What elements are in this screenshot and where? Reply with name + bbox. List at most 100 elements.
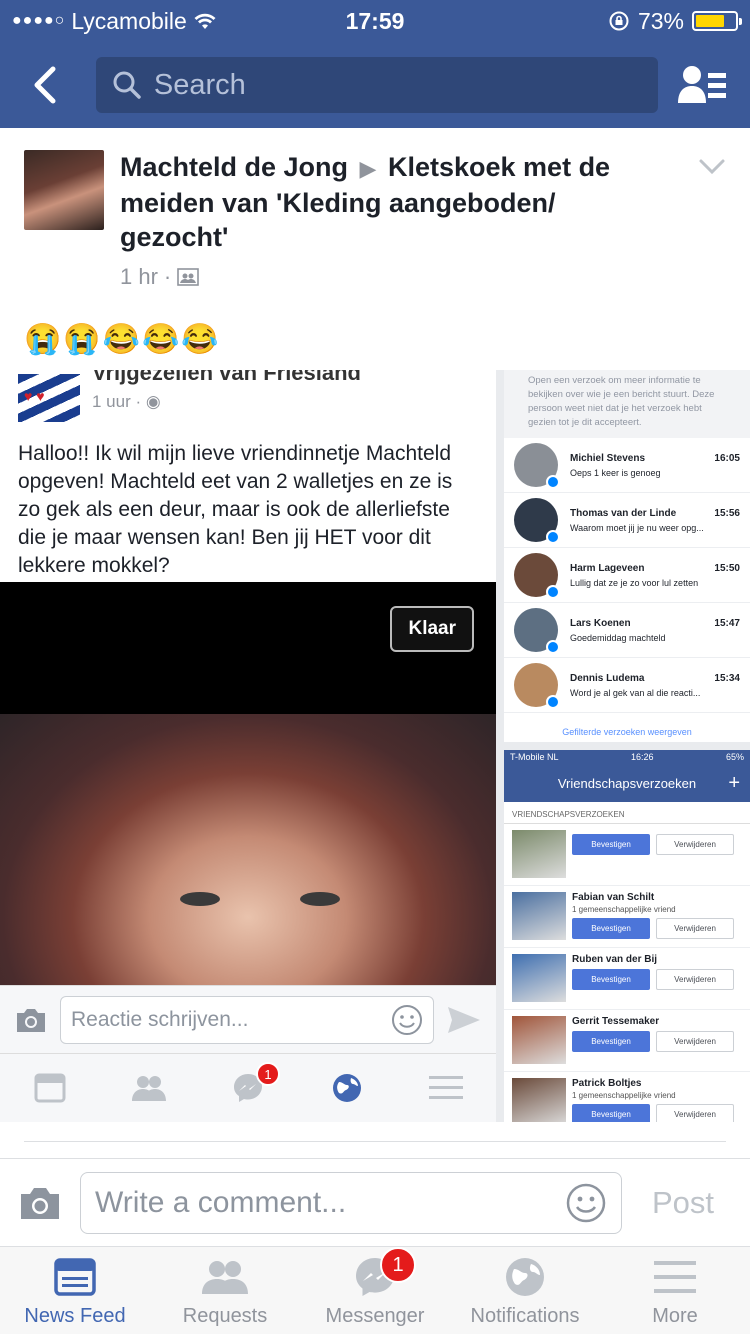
messenger-badge-icon <box>546 530 560 544</box>
post-button[interactable]: Post <box>652 1185 714 1221</box>
status-right: 73% <box>608 8 742 35</box>
filtered-requests-link: Gefilterde verzoeken weergeven <box>562 727 692 737</box>
messenger-badge-icon <box>546 585 560 599</box>
smiley-icon[interactable] <box>565 1182 607 1224</box>
message-preview: Oeps 1 keer is genoeg <box>570 467 661 478</box>
friend-name: Gerrit Tessemaker <box>572 1016 660 1027</box>
post-header-text: Machteld de Jong ▶ Kletskoek met de meid… <box>120 150 726 290</box>
embedded-more-icon <box>426 1068 466 1108</box>
friend-request-info: Bevestigen Verwijderen <box>572 830 742 855</box>
author-name[interactable]: Machteld de Jong <box>120 152 348 182</box>
friend-request-row: Patrick Boltjes 1 gemeenschappelijke vrie… <box>504 1072 750 1122</box>
delete-button: Verwijderen <box>656 834 734 855</box>
tab-label: More <box>652 1305 698 1327</box>
tab-label: Requests <box>182 1305 268 1327</box>
post-header: Machteld de Jong ▶ Kletskoek met de meid… <box>0 128 750 290</box>
status-bar: ●●●●○ Lycamobile 17:59 73% <box>0 0 750 42</box>
wifi-icon <box>194 13 216 29</box>
embedded-tab-bar: 1 <box>0 1053 496 1122</box>
comment-input[interactable]: Write a comment... <box>80 1171 622 1234</box>
camera-icon <box>17 1008 45 1032</box>
requests-icon <box>201 1253 249 1301</box>
embedded-news-feed-icon <box>30 1068 70 1108</box>
friend-request-row: Fabian van Schilt 1 gemeenschappelijke vr… <box>504 886 750 948</box>
meta-dot: · <box>163 264 172 289</box>
messenger-badge-icon <box>546 695 560 709</box>
message-avatar <box>514 498 560 544</box>
menu-icon <box>654 1253 696 1301</box>
embedded-post-time: 1 uur · ◉ <box>92 392 161 411</box>
author-avatar[interactable] <box>24 150 104 230</box>
confirm-button: Bevestigen <box>572 969 650 990</box>
embedded-friend-requests-title: Vriendschapsverzoeken <box>557 775 697 791</box>
confirm-button: Bevestigen <box>572 918 650 939</box>
embedded-comment-input: Reactie schrijven... <box>60 995 434 1044</box>
search-input[interactable]: Search <box>95 57 659 113</box>
message-preview: Word je al gek van al die reacti... <box>570 687 701 698</box>
message-row: Harm Lageveen 15:50 Lullig dat ze je zo vo… <box>504 548 750 603</box>
friends-list-button[interactable] <box>676 58 730 112</box>
tab-more[interactable]: More <box>600 1247 750 1334</box>
klaar-button: Klaar <box>390 606 474 652</box>
confirm-button: Bevestigen <box>572 1104 650 1122</box>
post-image[interactable]: Vrijgezellen van Friesland 1 uur · ◉ Hal… <box>0 370 750 1122</box>
comment-bar: Write a comment... Post <box>0 1158 750 1246</box>
message-requests-note: Open een verzoek om meer informatie te b… <box>504 370 750 438</box>
post-text: 😭😭😂😂😂 <box>24 323 221 356</box>
message-list: Michiel Stevens 16:05 Oeps 1 keer is genoe… <box>504 438 750 713</box>
post-meta: 1 hr · <box>120 264 726 290</box>
friend-name: Patrick Boltjes <box>572 1078 642 1089</box>
chevron-left-icon <box>34 66 56 104</box>
tab-notifications[interactable]: Notifications <box>450 1247 600 1334</box>
tab-news-feed[interactable]: News Feed <box>0 1247 150 1334</box>
friend-request-row: Bevestigen Verwijderen <box>504 824 750 886</box>
friend-request-row: Gerrit Tessemaker Bevestigen Verwijderen <box>504 1010 750 1072</box>
friend-request-info: Patrick Boltjes 1 gemeenschappelijke vrie… <box>572 1078 742 1122</box>
friend-avatar <box>512 1016 566 1064</box>
friend-avatar <box>512 892 566 940</box>
embedded-group-info: Vrijgezellen van Friesland 1 uur · ◉ <box>92 370 361 422</box>
embedded-requests-icon <box>129 1068 169 1108</box>
message-text-block: Lars Koenen 15:47 Goedemiddag machteld <box>570 618 740 643</box>
tab-messenger[interactable]: 1 Messenger <box>300 1247 450 1334</box>
friend-name: Fabian van Schilt <box>572 892 655 903</box>
messenger-badge-icon <box>546 640 560 654</box>
members-icon <box>177 268 200 286</box>
post: Machteld de Jong ▶ Kletskoek met de meid… <box>0 128 750 364</box>
message-time: 15:50 <box>714 562 740 574</box>
embedded-status-bar: T-Mobile NL 16:26 65% <box>504 750 750 764</box>
tab-requests[interactable]: Requests <box>150 1247 300 1334</box>
battery-icon <box>692 11 742 31</box>
embedded-section-label: VRIENDSCHAPSVERZOEKEN <box>504 802 750 824</box>
delete-button: Verwijderen <box>656 1031 734 1052</box>
delete-button: Verwijderen <box>656 918 734 939</box>
news-feed-icon <box>54 1253 96 1301</box>
tab-bar: News Feed Requests 1 Messenger Notificat… <box>0 1246 750 1334</box>
embedded-photo <box>0 714 496 985</box>
embedded-comment-placeholder: Reactie schrijven... <box>71 1007 249 1031</box>
globe-icon <box>504 1253 546 1301</box>
share-arrow-icon: ▶ <box>359 156 377 181</box>
back-button[interactable] <box>20 61 68 109</box>
carrier-name: Lycamobile <box>71 7 187 34</box>
post-title: Machteld de Jong ▶ Kletskoek met de meid… <box>120 150 726 254</box>
friend-request-row: Ruben van der Bij Bevestigen Verwijderen <box>504 948 750 1010</box>
message-sender: Thomas van der Linde <box>570 507 677 519</box>
embedded-friend-requests-header: Vriendschapsverzoeken + <box>504 764 750 802</box>
post-time[interactable]: 1 hr <box>120 264 158 290</box>
message-row: Thomas van der Linde 15:56 Waarom moet jij… <box>504 493 750 548</box>
post-options-button[interactable] <box>698 158 726 181</box>
add-icon: + <box>728 771 740 794</box>
friend-avatar <box>512 830 566 878</box>
embedded-comment-bar: Reactie schrijven... <box>0 985 496 1053</box>
message-text-block: Michiel Stevens 16:05 Oeps 1 keer is genoe… <box>570 453 740 478</box>
embedded-post-text: Halloo!! Ik wil mijn lieve vriendinnetje… <box>18 442 453 577</box>
tab-label: Notifications <box>470 1305 580 1327</box>
tab-label: Messenger <box>325 1305 425 1327</box>
photo-eye <box>180 892 220 906</box>
signal-icon: ●●●●○ <box>12 12 66 29</box>
group-flag-avatar <box>18 374 80 422</box>
embedded-messenger-badge: 1 <box>255 1062 280 1086</box>
embedded-group-name: Vrijgezellen van Friesland <box>92 370 361 385</box>
camera-button[interactable] <box>18 1181 62 1225</box>
